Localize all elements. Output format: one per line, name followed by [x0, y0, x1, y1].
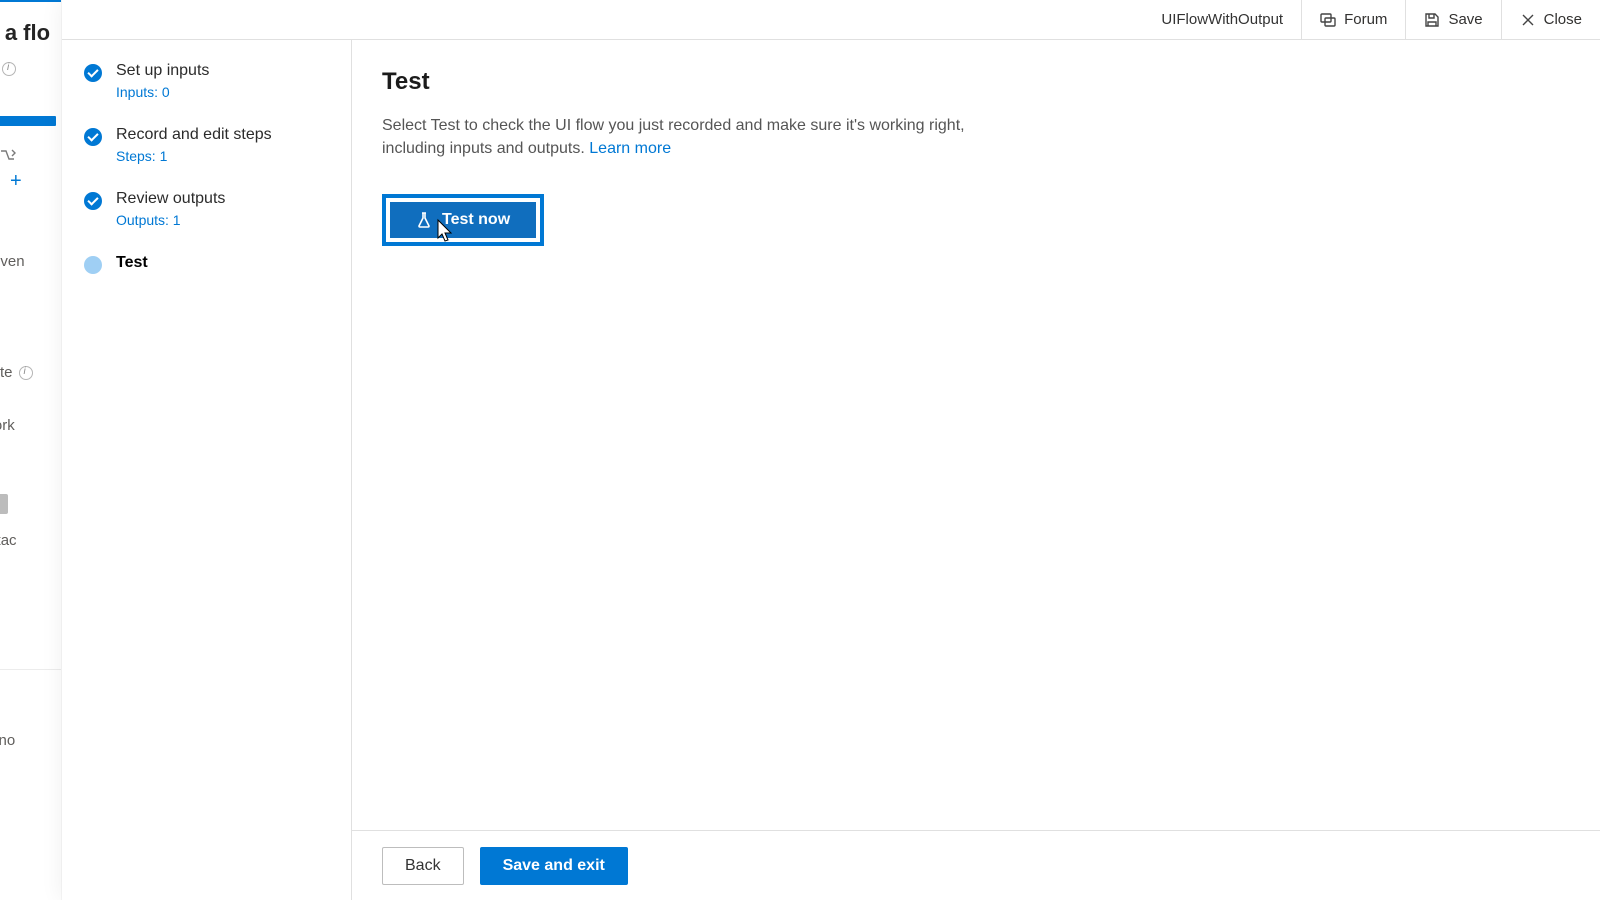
background-text-email-attach: email attac: [0, 532, 61, 549]
learn-more-link[interactable]: Learn more: [589, 140, 671, 157]
step-setup-inputs[interactable]: Set up inputs Inputs: 0: [84, 62, 337, 100]
save-icon: [1424, 12, 1440, 28]
wizard-panel: UIFlowWithOutput Forum Save Close Set up…: [62, 0, 1600, 900]
panel-header: UIFlowWithOutput Forum Save Close: [62, 0, 1600, 40]
step-review-outputs[interactable]: Review outputs Outputs: 1: [84, 190, 337, 228]
step-test[interactable]: Test: [84, 254, 337, 274]
step-label: Set up inputs: [116, 62, 209, 80]
close-icon: [1520, 12, 1536, 28]
step-record-edit[interactable]: Record and edit steps Steps: 1: [84, 126, 337, 164]
chat-icon: [1320, 12, 1336, 28]
flow-name: UIFlowWithOutput: [1143, 11, 1301, 28]
background-title: ake a flo: [0, 20, 61, 46]
back-button[interactable]: Back: [382, 847, 464, 885]
check-icon: [84, 64, 102, 82]
main-content: Test Select Test to check the UI flow yo…: [352, 40, 1600, 830]
step-dot-icon: [84, 256, 102, 274]
test-now-label: Test now: [442, 211, 510, 229]
background-thumbnail: [0, 494, 8, 514]
plus-icon: +: [10, 170, 61, 193]
flask-icon: [416, 212, 432, 228]
test-now-focus-ring: Test now: [382, 194, 544, 246]
flow-icon: [0, 148, 61, 166]
check-icon: [84, 128, 102, 146]
step-label: Review outputs: [116, 190, 225, 208]
step-sublabel: Outputs: 1: [116, 212, 225, 228]
info-icon: [2, 62, 16, 76]
background-text-template: plate: [0, 364, 61, 381]
save-and-exit-button[interactable]: Save and exit: [480, 847, 628, 885]
page-description: Select Test to check the UI flow you jus…: [382, 114, 972, 160]
info-icon: [19, 366, 33, 380]
background-page: ake a flo + gnated even plate ote work e…: [0, 0, 62, 900]
background-text-email-note: email a no: [0, 732, 61, 749]
page-title: Test: [382, 68, 1570, 96]
step-label: Test: [116, 254, 148, 272]
background-progress-bar: [0, 116, 56, 126]
close-label: Close: [1544, 11, 1582, 28]
forum-button[interactable]: Forum: [1301, 0, 1405, 39]
step-label: Record and edit steps: [116, 126, 272, 144]
background-text-remote: ote work: [0, 417, 61, 434]
step-sublabel: Steps: 1: [116, 148, 272, 164]
forum-label: Forum: [1344, 11, 1387, 28]
background-text-events: gnated even: [0, 253, 61, 270]
wizard-footer: Back Save and exit: [352, 830, 1600, 900]
save-button[interactable]: Save: [1405, 0, 1500, 39]
test-now-button[interactable]: Test now: [390, 202, 536, 238]
save-label: Save: [1448, 11, 1482, 28]
wizard-steps: Set up inputs Inputs: 0 Record and edit …: [62, 40, 352, 900]
close-button[interactable]: Close: [1501, 0, 1600, 39]
check-icon: [84, 192, 102, 210]
step-sublabel: Inputs: 0: [116, 84, 209, 100]
